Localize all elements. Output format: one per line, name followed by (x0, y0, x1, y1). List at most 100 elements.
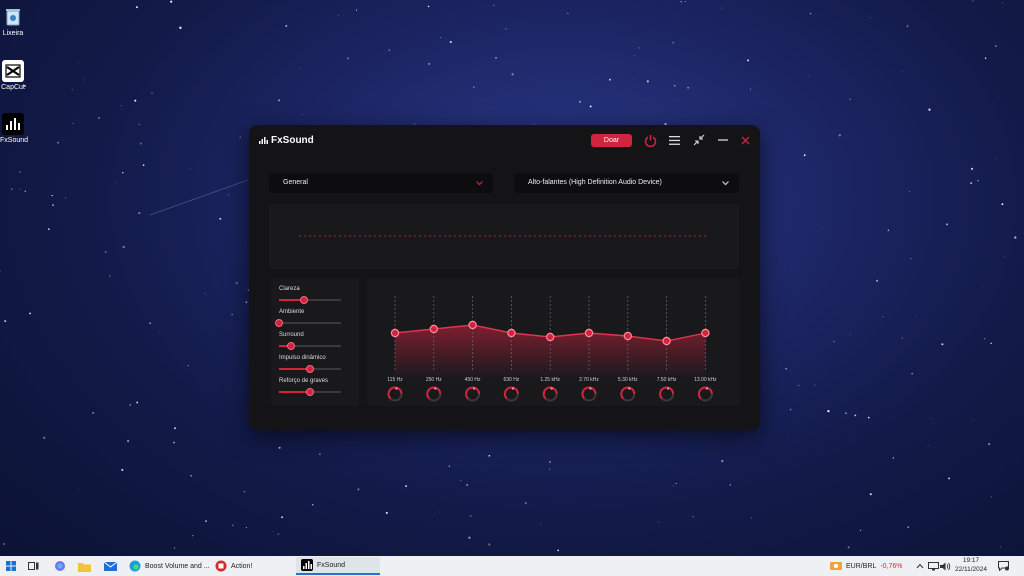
eq-band-knob[interactable] (387, 386, 403, 402)
eq-band-frequency: 630 Hz (503, 377, 519, 383)
chevron-down-icon (476, 173, 483, 202)
slider-knob[interactable] (306, 388, 314, 396)
chevron-up-icon (916, 563, 924, 569)
taskbar-app-action[interactable]: Action! (210, 557, 257, 575)
clock-time: 19:17 (962, 557, 980, 564)
taskbar-app-label: FxSound (317, 561, 346, 569)
audio-visualizer (269, 204, 739, 269)
notifications-button[interactable] (994, 558, 1013, 574)
start-button[interactable] (2, 558, 20, 574)
effect-slider[interactable] (279, 342, 341, 350)
effect-label: Surround (279, 332, 304, 338)
effect-slider[interactable] (279, 388, 341, 396)
slider-knob[interactable] (306, 365, 314, 373)
eq-band-knob[interactable] (503, 386, 519, 402)
taskbar: Boost Volume and ... Action! FxSound EUR… (0, 556, 1024, 576)
action-icon (215, 560, 227, 572)
stock-ticker[interactable]: EUR/BRL -0,76% (826, 558, 907, 574)
eq-band-knob[interactable] (659, 386, 675, 402)
eq-band-frequency: 7.50 kHz (657, 377, 677, 383)
eq-band-frequency: 115 Hz (387, 377, 403, 383)
app-title: FxSound (271, 135, 314, 146)
effects-panel: Clareza Ambiente Surround Impulso dinâmico R… (271, 278, 359, 406)
taskbar-app-browser[interactable]: Boost Volume and ... (124, 557, 215, 575)
mail-icon (104, 561, 117, 571)
eq-band-handle[interactable] (701, 328, 710, 338)
notification-icon (998, 561, 1009, 571)
eq-band-frequency: 5.30 kHz (618, 377, 638, 383)
eq-band-frequency: 2.70 kHz (579, 377, 599, 383)
output-device-dropdown[interactable]: Alto-falantes (High Definition Audio Dev… (514, 173, 739, 193)
ticker-symbol: EUR/BRL (846, 562, 877, 570)
eq-band-frequency: 1.25 kHz (540, 377, 560, 383)
eq-band-knob[interactable] (620, 386, 636, 402)
desktop-icon-label: Lixeira (2, 30, 24, 37)
taskbar-app-label: Boost Volume and ... (145, 562, 210, 570)
recycle-bin-icon (2, 6, 24, 28)
eq-band-handle[interactable] (662, 336, 671, 346)
taskbar-app-label: Action! (231, 562, 253, 570)
compact-mode-icon[interactable] (691, 132, 707, 148)
eq-band-handle[interactable] (429, 324, 439, 334)
desktop-icon-label: CapCut (1, 84, 25, 91)
eq-band-frequency: 13.00 kHz (694, 377, 717, 383)
desktop-icon-label: FxSound (0, 137, 29, 144)
minimize-icon[interactable] (715, 132, 731, 148)
currency-icon (830, 562, 842, 570)
fxsound-icon (2, 113, 24, 135)
task-view-icon (28, 562, 39, 570)
effect-slider[interactable] (279, 365, 341, 373)
effect-label: Reforço de graves (279, 378, 329, 384)
eq-band-frequency: 250 Hz (426, 377, 442, 383)
chevron-down-icon (722, 173, 729, 202)
clock[interactable]: 19:17 22/11/2024 (950, 557, 992, 574)
taskbar-app-fxsound[interactable]: FxSound (296, 557, 380, 575)
eq-band-knob[interactable] (542, 386, 558, 402)
eq-band-frequency: 450 Hz (465, 377, 481, 383)
device-value: Alto-falantes (High Definition Audio Dev… (528, 179, 662, 186)
eq-band-knob[interactable] (465, 386, 481, 402)
app-brand: FxSound (259, 135, 314, 146)
eq-band-knob[interactable] (697, 386, 713, 402)
desktop-icon-recycle-bin[interactable]: Lixeira (0, 6, 26, 37)
power-icon[interactable] (642, 132, 658, 148)
eq-band-handle[interactable] (468, 320, 477, 330)
fxsound-icon (301, 559, 313, 571)
eq-band-handle[interactable] (390, 328, 400, 338)
menu-icon[interactable] (666, 132, 682, 148)
ticker-change: -0,76% (880, 562, 903, 570)
close-icon[interactable] (737, 132, 753, 148)
folder-icon (78, 562, 91, 572)
mail-button[interactable] (100, 558, 121, 574)
eq-band-handle[interactable] (584, 328, 594, 338)
fxsound-logo-icon (259, 137, 268, 144)
copilot-button[interactable] (50, 558, 70, 574)
clock-date: 22/11/2024 (954, 565, 988, 573)
equalizer-panel: 115 Hz 250 Hz 450 Hz 630 Hz 1.25 kHz 2.70 kHz… (367, 278, 740, 406)
slider-knob[interactable] (275, 319, 283, 327)
effect-slider[interactable] (279, 296, 341, 304)
donate-button[interactable]: Doar (591, 134, 632, 147)
desktop-icon-fxsound[interactable]: FxSound (0, 113, 29, 144)
effect-label: Impulso dinâmico (279, 355, 326, 361)
effect-label: Clareza (279, 286, 300, 292)
file-explorer-button[interactable] (74, 558, 95, 574)
eq-band-handle[interactable] (507, 328, 516, 338)
capcut-icon (2, 60, 24, 82)
eq-band-knob[interactable] (581, 386, 597, 402)
desktop-icon-capcut[interactable]: CapCut (0, 60, 26, 91)
eq-band-knob[interactable] (426, 386, 442, 402)
eq-band-handle[interactable] (623, 331, 632, 341)
slider-knob[interactable] (299, 296, 308, 304)
edge-icon (129, 560, 141, 572)
task-view-button[interactable] (24, 558, 43, 574)
effect-label: Ambiente (279, 309, 305, 315)
windows-logo-icon (6, 561, 16, 571)
slider-knob[interactable] (287, 342, 296, 350)
fxsound-window: FxSound Doar General Alto-falantes (High… (249, 125, 760, 430)
copilot-icon (55, 561, 65, 571)
preset-dropdown[interactable]: General (269, 173, 493, 193)
eq-band-handle[interactable] (545, 332, 555, 342)
effect-slider[interactable] (275, 319, 341, 327)
preset-value: General (283, 179, 308, 186)
